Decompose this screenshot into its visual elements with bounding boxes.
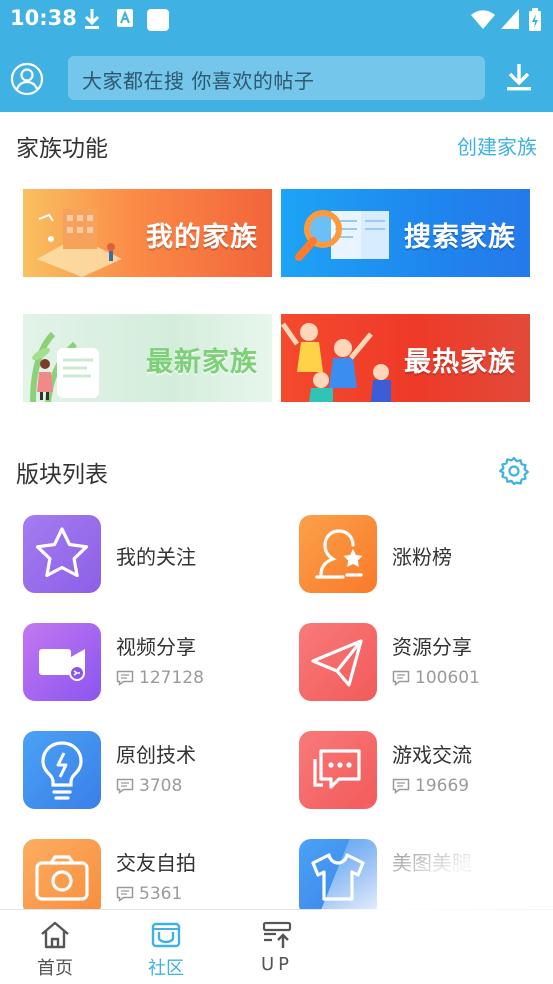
chat-bubble-icon — [313, 749, 361, 789]
board-tile — [299, 623, 377, 701]
paper-plane-icon — [311, 639, 363, 687]
battery-icon — [529, 8, 541, 31]
create-family-link[interactable]: 创建家族 — [457, 131, 537, 160]
upload-icon — [262, 921, 292, 948]
post-count-value: 100601 — [415, 668, 480, 688]
comment-icon — [116, 886, 134, 902]
board-name: 我的关注 — [116, 545, 196, 569]
post-count-value: 19669 — [415, 776, 470, 796]
post-count: 3708 — [116, 776, 182, 796]
board-tile — [23, 839, 101, 917]
comment-icon — [392, 670, 410, 686]
nav-label: 首页 — [37, 958, 73, 979]
post-count: 5361 — [116, 884, 182, 904]
comment-icon — [116, 778, 134, 794]
board-tile — [23, 731, 101, 809]
top-bar: 10:38 大家都在搜 你喜欢的帖子 — [0, 0, 553, 112]
board-item-resource-share[interactable]: 资源分享 100601 — [299, 623, 549, 709]
nav-home[interactable]: 首页 — [15, 910, 95, 984]
board-name: 美图美腿 — [392, 851, 472, 875]
banner-label: 我的家族 — [146, 222, 258, 253]
board-name: 游戏交流 — [392, 743, 472, 767]
nav-label: UP — [260, 954, 294, 975]
board-name: 涨粉榜 — [392, 545, 452, 569]
newest-family-banner[interactable]: 最新家族 — [23, 314, 272, 402]
square-notification-icon — [147, 9, 169, 31]
board-tile — [299, 839, 377, 917]
post-count-value: 127128 — [139, 668, 204, 688]
search-family-banner[interactable]: 搜索家族 — [281, 189, 530, 277]
bottom-navigation: 首页 社区 UP — [0, 909, 553, 984]
board-tile — [299, 515, 377, 593]
status-time: 10:38 — [10, 6, 77, 30]
board-tile — [299, 731, 377, 809]
home-icon — [41, 921, 69, 949]
family-section-title: 家族功能 — [16, 136, 108, 162]
status-bar: 10:38 — [0, 0, 553, 38]
community-icon — [151, 922, 181, 948]
avatar-icon[interactable] — [10, 62, 44, 96]
nav-label: 社区 — [148, 958, 184, 979]
hottest-family-banner[interactable]: 最热家族 — [281, 314, 530, 402]
app-header: 大家都在搜 你喜欢的帖子 — [0, 50, 553, 106]
board-item-game-chat[interactable]: 游戏交流 19669 — [299, 731, 549, 817]
board-name: 资源分享 — [392, 635, 472, 659]
search-book-illustration — [295, 210, 389, 261]
plants-person-illustration — [30, 331, 99, 402]
board-item-video-share[interactable]: 视频分享 127128 — [23, 623, 273, 709]
banner-label: 最新家族 — [146, 347, 258, 378]
wifi-icon — [471, 10, 495, 29]
signal-icon — [501, 9, 519, 29]
post-count-value: 5361 — [139, 884, 183, 904]
boards-section-title: 版块列表 — [16, 462, 108, 488]
video-icon — [39, 649, 85, 681]
app-notification-icon — [117, 9, 133, 27]
board-name: 原创技术 — [116, 743, 196, 767]
board-item-original-tech[interactable]: 原创技术 3708 — [23, 731, 273, 817]
nav-community[interactable]: 社区 — [126, 910, 206, 984]
comment-icon — [116, 670, 134, 686]
search-placeholder: 大家都在搜 你喜欢的帖子 — [82, 69, 315, 93]
post-count-value: 3708 — [139, 776, 183, 796]
lightbulb-icon — [41, 741, 83, 800]
post-count: 127128 — [116, 668, 204, 688]
banner-label: 搜索家族 — [404, 222, 516, 253]
search-input[interactable]: 大家都在搜 你喜欢的帖子 — [68, 56, 485, 100]
download-notification-icon — [84, 9, 100, 29]
people-cheering-illustration — [281, 322, 391, 402]
star-icon — [35, 527, 89, 578]
board-tile — [23, 515, 101, 593]
download-icon[interactable] — [505, 62, 533, 92]
post-count: 100601 — [392, 668, 480, 688]
user-rank-icon — [315, 529, 363, 579]
gear-icon[interactable] — [499, 456, 529, 486]
comment-icon — [392, 778, 410, 794]
board-item-my-follow[interactable]: 我的关注 — [23, 515, 273, 601]
my-family-banner[interactable]: 我的家族 — [23, 189, 272, 277]
banner-label: 最热家族 — [404, 347, 516, 378]
tshirt-icon — [311, 853, 365, 901]
board-name: 视频分享 — [116, 635, 196, 659]
family-building-illustration — [37, 209, 122, 277]
camera-icon — [35, 855, 89, 901]
board-tile — [23, 623, 101, 701]
board-item-fan-ranking[interactable]: 涨粉榜 — [299, 515, 549, 601]
app-screen: 10:38 大家都在搜 你喜欢的帖子 家族功能 创建家族 我的家族 搜索家族 最… — [0, 0, 553, 984]
nav-up[interactable]: UP — [237, 910, 317, 984]
board-name: 交友自拍 — [116, 851, 196, 875]
post-count: 19669 — [392, 776, 469, 796]
